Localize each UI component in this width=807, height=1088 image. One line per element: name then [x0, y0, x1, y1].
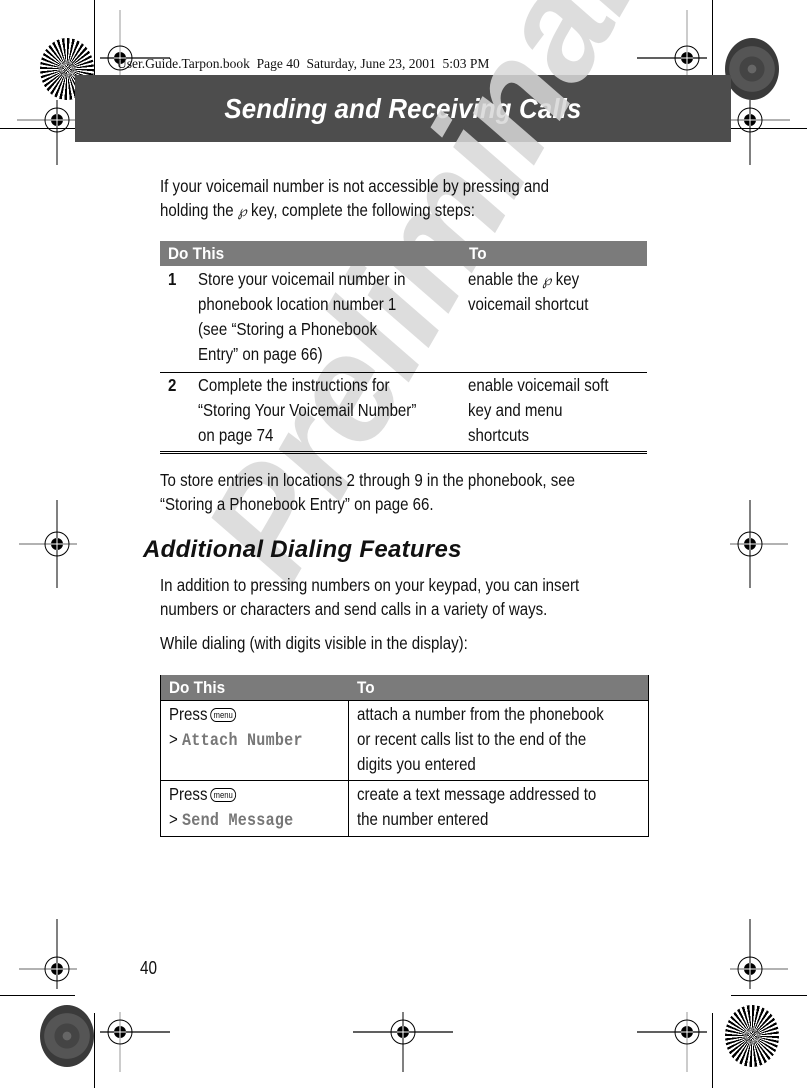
- intro-line-2: holding the ℘ key, complete the followin…: [160, 198, 475, 224]
- note-line-2: “Storing a Phonebook Entry” on page 66.: [160, 494, 434, 514]
- section-paragraph-line: In addition to pressing numbers on your …: [160, 575, 580, 595]
- step-result-line: enable voicemail soft: [468, 375, 609, 395]
- section-paragraph-line: While dialing (with digits visible in th…: [160, 633, 468, 653]
- step-result-text: enable the: [468, 269, 539, 289]
- step-instruction-line: (see “Storing a Phonebook: [198, 319, 378, 339]
- step-number: 2: [168, 375, 177, 395]
- intro-text: holding the: [160, 200, 234, 220]
- step-result-line: shortcuts: [468, 425, 530, 445]
- step-result-line: key and menu: [468, 400, 563, 420]
- table-header: Do This To: [160, 241, 647, 266]
- step-instruction-line: Store your voicemail number in: [198, 269, 406, 289]
- table-header: Do This To: [161, 675, 648, 700]
- table-row: 2 Complete the instructions for “Storing…: [160, 373, 647, 454]
- table-row: Press menu > Send Message create a text m…: [161, 780, 648, 836]
- menu-path: > Send Message: [169, 807, 293, 834]
- step-result-line: enable the ℘ key: [468, 267, 579, 293]
- registration-mark-icon: [19, 919, 77, 989]
- menu-key-icon: menu: [210, 788, 237, 802]
- result-line: or recent calls list to the end of the: [357, 729, 587, 749]
- header-to: To: [469, 244, 487, 263]
- registration-mark-icon: [100, 1012, 170, 1072]
- registration-mark-icon: [730, 500, 788, 588]
- header-do-this: Do This: [168, 244, 225, 263]
- voicemail-key-icon: ℘: [237, 203, 247, 220]
- step-instruction-line: Entry” on page 66): [198, 344, 323, 364]
- step-instruction-line: Complete the instructions for: [198, 375, 390, 395]
- step-instruction-line: phonebook location number 1: [198, 294, 397, 314]
- step-result-line: voicemail shortcut: [468, 294, 589, 314]
- press-text: Press: [169, 784, 208, 804]
- menu-path: > Attach Number: [169, 727, 303, 754]
- voicemail-key-icon: ℘: [542, 272, 552, 289]
- action-line: Press menu: [169, 702, 237, 727]
- steps-table: Do This To 1 Store your voicemail number…: [160, 241, 647, 454]
- registration-mark-icon: [637, 1012, 707, 1072]
- page-number: 40: [140, 958, 158, 978]
- step-result-text: key: [555, 269, 580, 289]
- dialing-features-table: Do This To Press menu > Attach Number att…: [160, 675, 649, 837]
- action-line: Press menu: [169, 782, 237, 807]
- step-instruction-line: “Storing Your Voicemail Number”: [198, 400, 417, 420]
- header-to: To: [357, 678, 375, 697]
- step-number: 1: [168, 269, 177, 289]
- intro-line-1: If your voicemail number is not accessib…: [160, 176, 549, 196]
- table-row: 1 Store your voicemail number in phonebo…: [160, 266, 647, 373]
- intro-text: key, complete the following steps:: [251, 200, 475, 220]
- result-line: create a text message addressed to: [357, 784, 597, 804]
- section-heading: Additional Dialing Features: [143, 536, 462, 563]
- step-instruction-line: on page 74: [198, 425, 274, 445]
- registration-mark-icon: [730, 919, 788, 989]
- registration-mark-icon: [19, 500, 77, 588]
- header-do-this: Do This: [169, 678, 226, 697]
- result-line: attach a number from the phonebook: [357, 704, 604, 724]
- menu-item-send-message: Send Message: [181, 811, 294, 831]
- table-row: Press menu > Attach Number attach a numbe…: [161, 700, 648, 780]
- registration-mark-icon: [353, 1012, 453, 1072]
- result-line: the number entered: [357, 809, 489, 829]
- menu-arrow: >: [169, 809, 178, 829]
- menu-arrow: >: [169, 729, 178, 749]
- press-text: Press: [169, 704, 208, 724]
- menu-item-attach-number: Attach Number: [181, 731, 303, 751]
- section-paragraph-line: numbers or characters and send calls in …: [160, 599, 548, 619]
- note-line-1: To store entries in locations 2 through …: [160, 470, 575, 490]
- result-line: digits you entered: [357, 754, 476, 774]
- menu-key-icon: menu: [210, 708, 237, 722]
